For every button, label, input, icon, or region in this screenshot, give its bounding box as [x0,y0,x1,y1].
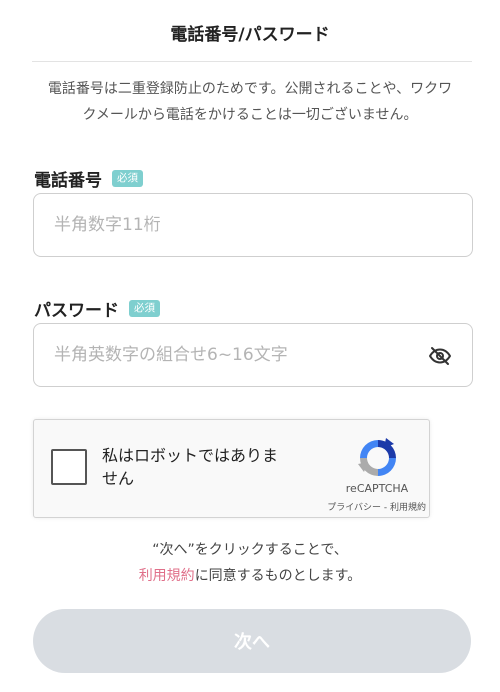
recaptcha-label: 私はロボットではありま せん [102,446,279,488]
consent-line-2: 利用規約に同意するものとします。 [0,563,500,589]
terms-link[interactable]: 利用規約 [139,568,195,584]
consent-line-2-text: に同意するものとします。 [194,568,362,584]
next-button[interactable]: 次へ [33,609,471,673]
password-input[interactable] [34,324,472,386]
phone-label-text: 電話番号 [34,171,102,191]
eye-off-icon[interactable] [428,344,452,368]
password-label-text: パスワード [34,301,119,321]
required-badge: 必須 [112,170,143,187]
recaptcha-brand: reCAPTCHA [345,482,409,495]
notice-line-2: クメールから電話をかけることは一切ございません。 [82,107,418,123]
header-divider [32,61,472,62]
phone-purpose-notice: 電話番号は二重登録防止のためです。公開されることや、ワクワ クメールから電話をか… [30,76,470,128]
phone-label: 電話番号 必須 [34,166,143,191]
recaptcha-logo-icon [354,434,402,482]
consent-line-1: “次へ”をクリックすることで、 [152,542,348,558]
recaptcha-links[interactable]: プライバシー - 利用規約 [296,500,426,513]
recaptcha-checkbox[interactable] [51,449,87,485]
page-title: 電話番号/パスワード [170,25,330,45]
notice-line-1: 電話番号は二重登録防止のためです。公開されることや、ワクワ [47,81,453,97]
password-field[interactable] [33,323,473,387]
phone-input[interactable] [34,194,472,256]
recaptcha-widget: 私はロボットではありま せん reCAPTCHA プライバシー - 利用規約 [33,419,430,518]
phone-field[interactable] [33,193,473,257]
password-label: パスワード 必須 [34,296,160,321]
consent-text: “次へ”をクリックすることで、 利用規約に同意するものとします。 [0,537,500,589]
required-badge: 必須 [129,300,160,317]
page-header: 電話番号/パスワード [0,0,500,62]
